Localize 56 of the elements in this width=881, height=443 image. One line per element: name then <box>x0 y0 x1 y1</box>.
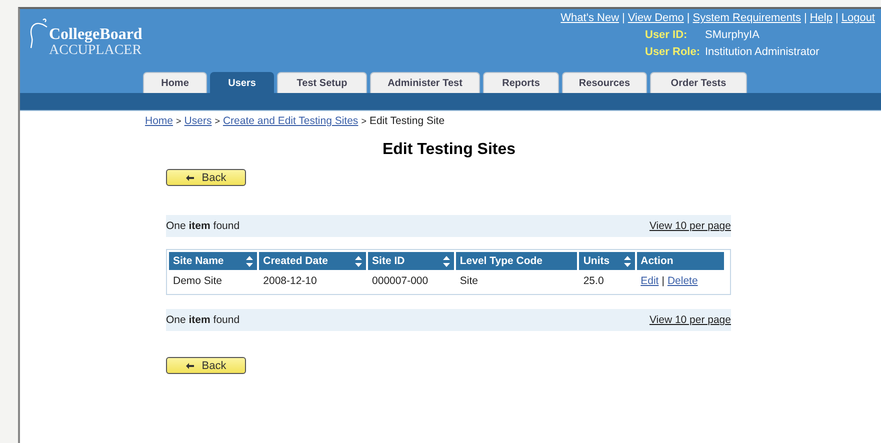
result-count: One item found <box>166 314 240 326</box>
breadcrumb-link[interactable]: Users <box>184 115 212 127</box>
page-size-link[interactable]: View 10 per page <box>649 220 731 232</box>
header-link[interactable]: Help <box>810 12 832 24</box>
brand-name: CollegeBoard <box>49 27 142 43</box>
nav-tab[interactable]: Reports <box>483 72 559 93</box>
separator-text: | <box>662 275 664 287</box>
column-header[interactable]: Units <box>579 252 635 270</box>
table-cell-text: Demo Site <box>172 274 224 289</box>
breadcrumb-separator: > <box>361 116 366 126</box>
table-cell-text: 2008-12-10 <box>262 274 318 289</box>
sort-icon[interactable] <box>624 256 631 266</box>
table-cell-text: Site <box>458 274 479 289</box>
sort-icon[interactable] <box>355 256 362 266</box>
user-info-label: User ID: <box>645 28 688 40</box>
column-header[interactable]: Site Name <box>169 252 258 270</box>
arrow-left-icon <box>186 174 194 180</box>
separator-text: | <box>622 12 625 24</box>
nav-tab[interactable]: Home <box>143 72 207 93</box>
back-button[interactable]: Back <box>166 357 246 374</box>
separator-text: | <box>835 12 838 24</box>
back-button[interactable]: Back <box>166 169 246 186</box>
header-link[interactable]: What's New <box>560 12 620 24</box>
table-cell-text: 25.0 <box>582 274 605 289</box>
header-link[interactable]: Logout <box>841 12 875 24</box>
breadcrumb-link[interactable]: Create and Edit Testing Sites <box>222 115 358 127</box>
arrow-left-icon <box>186 362 194 368</box>
sort-icon[interactable] <box>442 256 450 266</box>
nav-tab[interactable]: Order Tests <box>650 72 747 93</box>
column-header[interactable]: Created Date <box>259 252 366 270</box>
nav-tab[interactable]: Test Setup <box>277 72 367 93</box>
user-info-value: SMurphyIA <box>705 28 760 40</box>
table-cell-text: 000007-000 <box>371 274 430 289</box>
result-count: One item found <box>166 220 240 232</box>
column-header: Level Type Code <box>456 252 578 270</box>
header-link[interactable]: System Requirements <box>692 12 801 24</box>
nav-tab[interactable]: Users <box>210 72 274 93</box>
page-size-link[interactable]: View 10 per page <box>649 314 731 326</box>
breadcrumb-separator: > <box>176 116 182 126</box>
product-name: ACCUPLACER <box>49 43 142 58</box>
page-title: Edit Testing Sites <box>382 141 516 159</box>
header-link[interactable]: View Demo <box>628 12 684 24</box>
column-header[interactable]: Site ID <box>368 252 454 270</box>
action-link[interactable]: Edit <box>640 275 659 287</box>
separator-text: | <box>686 12 690 24</box>
breadcrumb-separator: > <box>214 116 220 126</box>
nav-tab[interactable]: Administer Test <box>370 72 480 93</box>
separator-text: | <box>804 12 807 24</box>
nav-tab[interactable]: Resources <box>562 72 647 93</box>
user-info-value: Institution Administrator <box>705 46 820 58</box>
user-info-label: User Role: <box>645 46 702 58</box>
breadcrumb-current: Edit Testing Site <box>369 115 445 127</box>
breadcrumb-link[interactable]: Home <box>145 115 174 127</box>
action-link[interactable]: Delete <box>667 275 698 287</box>
sort-icon[interactable] <box>246 256 254 266</box>
column-header: Action <box>636 252 724 270</box>
